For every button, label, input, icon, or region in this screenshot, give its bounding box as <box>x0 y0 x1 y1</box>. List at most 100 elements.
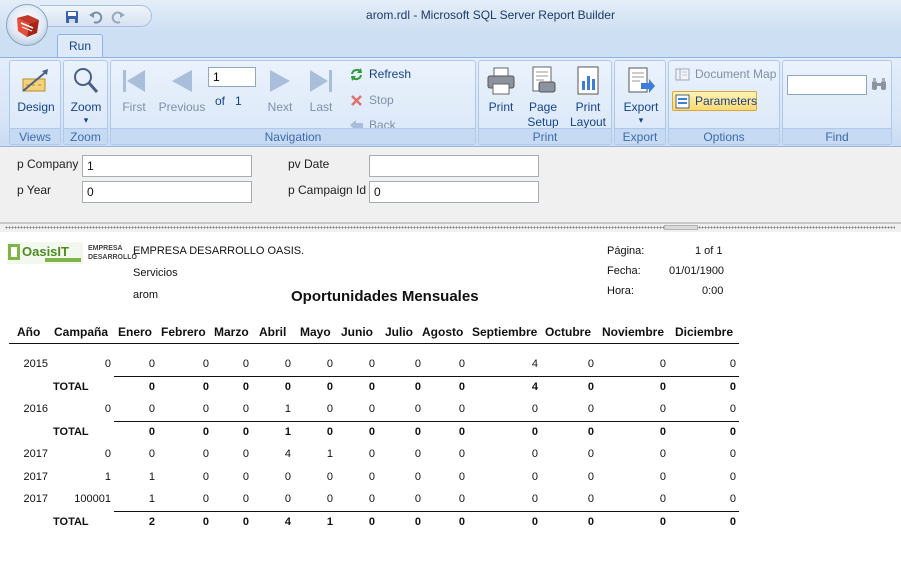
print-button[interactable]: Print <box>483 65 519 115</box>
pv-date-input[interactable] <box>369 155 539 177</box>
table-cell: 0 <box>531 403 538 415</box>
report-title: Oportunidades Mensuales <box>291 288 479 305</box>
parameters-panel: p Company p Year pv Date p Campaign Id <box>0 147 901 223</box>
window-title: arom.rdl - Microsoft SQL Server Report B… <box>366 8 615 22</box>
zoom-group: Zoom ▾ Zoom <box>63 60 108 145</box>
last-page-button[interactable]: Last <box>303 65 339 115</box>
date-label: Fecha: <box>607 265 641 277</box>
document-map-icon <box>675 67 690 82</box>
total-rule <box>114 421 739 422</box>
document-map-button[interactable]: Document Map <box>675 64 776 84</box>
time-value: 0:00 <box>702 285 724 297</box>
column-header: Octubre <box>545 325 592 339</box>
first-page-icon <box>118 65 150 97</box>
total-cell: 0 <box>148 381 155 393</box>
header-rule <box>9 343 739 344</box>
tab-run[interactable]: Run <box>57 34 103 58</box>
column-header: Agosto <box>422 325 464 339</box>
table-cell: 0 <box>659 493 666 505</box>
table-cell: 0 <box>531 448 538 460</box>
total-cell: 2 <box>148 516 155 528</box>
table-cell: 2017 <box>23 448 48 460</box>
total-cell: 0 <box>659 381 666 393</box>
table-cell: 0 <box>729 358 736 370</box>
total-cell: 0 <box>729 426 736 438</box>
table-cell: 0 <box>587 403 594 415</box>
time-label: Hora: <box>607 285 634 297</box>
report-builder-logo-icon <box>17 15 39 37</box>
p-company-label: p Company <box>17 157 79 171</box>
table-cell: 0 <box>729 448 736 460</box>
total-cell: 0 <box>531 426 538 438</box>
p-campaign-id-label: p Campaign Id <box>288 183 367 197</box>
total-label: TOTAL <box>53 516 89 528</box>
printer-icon <box>485 65 517 97</box>
total-cell: 4 <box>531 381 538 393</box>
table-cell: 0 <box>458 493 465 505</box>
column-header: Campaña <box>54 325 109 339</box>
table-cell: 0 <box>531 471 538 483</box>
p-company-input[interactable] <box>82 155 252 177</box>
page-label: Página: <box>607 245 645 257</box>
column-header: Noviembre <box>602 325 665 339</box>
splitter-grip[interactable] <box>664 225 698 230</box>
table-cell: 0 <box>659 403 666 415</box>
zoom-button[interactable]: Zoom ▾ <box>64 65 108 125</box>
table-cell: 0 <box>587 448 594 460</box>
print-group-label: Print <box>479 128 611 144</box>
total-pages: 1 <box>235 94 242 108</box>
application-button[interactable] <box>6 4 48 46</box>
table-cell: 2017 <box>23 471 48 483</box>
design-icon <box>20 65 52 97</box>
table-cell: 0 <box>458 403 465 415</box>
first-page-button[interactable]: First <box>115 65 153 115</box>
previous-page-button[interactable]: Previous <box>157 65 207 115</box>
total-rule <box>114 376 739 377</box>
table-cell: 2015 <box>23 358 48 370</box>
table-cell: 0 <box>659 471 666 483</box>
table-cell: 0 <box>729 471 736 483</box>
current-page-input[interactable] <box>208 67 256 87</box>
page-value: 1 of 1 <box>695 245 723 257</box>
next-page-button[interactable]: Next <box>263 65 297 115</box>
table-cell: 0 <box>458 448 465 460</box>
refresh-icon <box>349 67 364 82</box>
export-group: Export ▾ Export <box>614 60 666 145</box>
navigation-group-label: Navigation <box>111 128 475 144</box>
column-header: Junio <box>341 325 373 339</box>
column-header: Julio <box>385 325 414 339</box>
table-cell: 4 <box>531 358 538 370</box>
export-button[interactable]: Export ▾ <box>619 65 663 125</box>
date-value: 01/01/1900 <box>669 265 725 277</box>
p-campaign-id-input[interactable] <box>369 181 539 203</box>
logo-subtitle: EMPRESA DESARROLLO <box>88 245 137 261</box>
column-header: Febrero <box>161 325 206 339</box>
ribbon: Design Views Zoom ▾ Zoom First Previous <box>0 57 901 147</box>
column-header: Mayo <box>300 325 331 339</box>
column-header: Abril <box>259 325 287 339</box>
zoom-group-label: Zoom <box>64 128 107 144</box>
total-rule <box>114 511 739 512</box>
find-input[interactable] <box>787 75 867 95</box>
stop-icon <box>349 93 364 108</box>
print-layout-icon <box>572 65 604 97</box>
find-binoculars-icon[interactable] <box>871 76 887 92</box>
table-cell: 0 <box>659 358 666 370</box>
design-button[interactable]: Design <box>12 65 60 115</box>
logo-text: OasisIT <box>22 244 69 259</box>
report-user: arom <box>133 289 159 301</box>
chevron-down-icon: ▾ <box>638 115 644 125</box>
table-cell: 0 <box>148 448 155 460</box>
table-cell: 0 <box>729 493 736 505</box>
page-setup-button[interactable]: Page Setup <box>523 65 563 130</box>
column-header: Enero <box>118 325 153 339</box>
views-group-label: Views <box>10 128 60 144</box>
find-group: Find <box>782 60 892 145</box>
print-layout-button[interactable]: Print Layout <box>567 65 609 130</box>
refresh-button[interactable]: Refresh <box>349 64 411 84</box>
find-group-label: Find <box>783 128 891 144</box>
stop-button[interactable]: Stop <box>349 90 394 110</box>
parameters-splitter[interactable] <box>0 223 901 232</box>
p-year-input[interactable] <box>82 181 252 203</box>
parameters-button[interactable]: Parameters <box>675 91 757 111</box>
